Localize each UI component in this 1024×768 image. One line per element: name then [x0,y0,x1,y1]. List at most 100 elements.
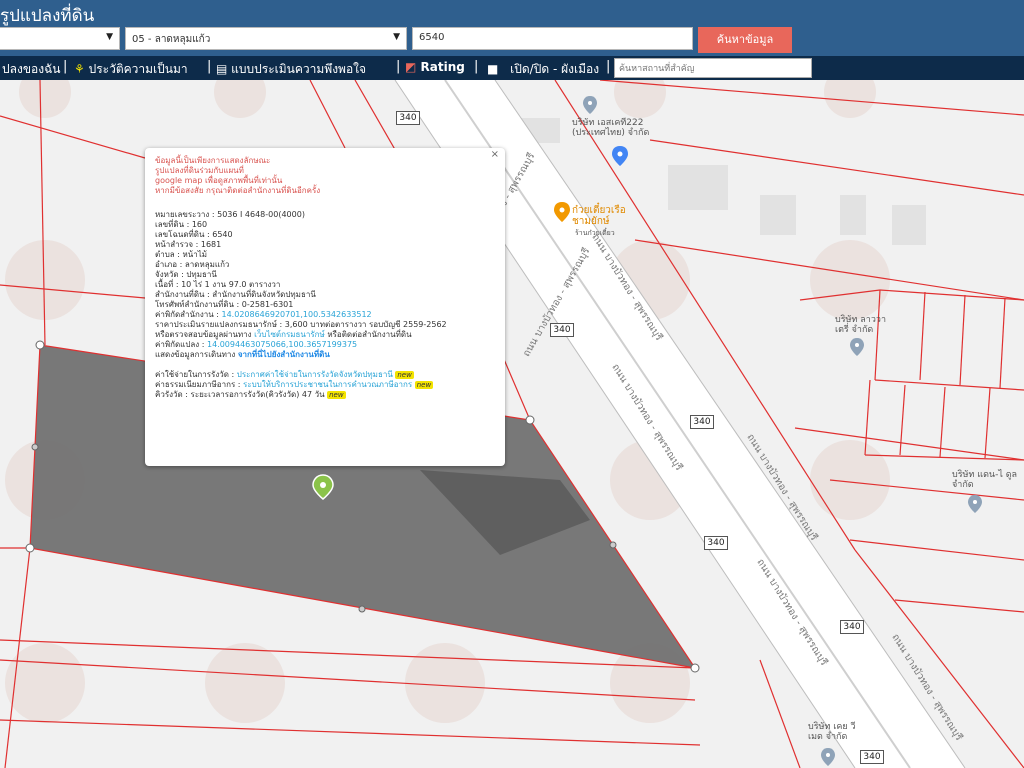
tax-calc-link[interactable]: ระบบให้บริการประชาชนในการคำนวณภาษีอากร [243,380,412,389]
history-icon: ⚘ [74,62,85,76]
field-check-online: หรือตรวจสอบข้อมูลผ่านทาง เว็บไซต์กรมธนาร… [155,330,495,340]
disclaimer-line: ข้อมูลนี้เป็นเพียงการแสดงลักษณะ [155,156,271,165]
field-district: อำเภอ : ลาดหลุมแก้ว [155,260,230,269]
chart-icon: ◩ [405,60,417,74]
field-appraisal-price: ราคาประเมินรายแปลงกรมธนารักษ์ : 3,600 บา… [155,320,447,329]
search-button[interactable]: ค้นหาข้อมูล [698,27,792,53]
field-office-coord: ค่าพิกัดสำนักงาน : 14.0208646920701,100.… [155,310,372,319]
menu-history-label: ประวัติความเป็นมา [88,62,188,76]
field-label: โทรศัพท์สำนักงานที่ดิน [155,300,234,309]
poi-pin-icon[interactable] [850,338,864,356]
new-badge: new [414,381,434,389]
poi-label-sub: ร้านก๋วยเตี๋ยว [575,229,615,237]
place-search-input[interactable] [614,58,812,78]
parcel-info-popup: × ข้อมูลนี้เป็นเพียงการแสดงลักษณะ รูปแปล… [145,148,505,466]
field-value: 0-2581-6301 [241,300,294,309]
field-label: หรือตรวจสอบข้อมูลผ่านทาง [155,330,252,339]
field-province: จังหวัด : ปทุมธานี [155,270,217,279]
disclaimer-line: รูปแปลงที่ดินร่วมกับแผนที่ [155,166,244,175]
field-value: สำนักงานที่ดินจังหวัดปทุมธานี [212,290,316,299]
field-label: ตำบล [155,250,175,259]
disclaimer: ข้อมูลนี้เป็นเพียงการแสดงลักษณะ รูปแปลงท… [155,156,495,196]
field-label: ราคาประเมินรายแปลงกรมธนารักษ์ [155,320,277,329]
survey-fee-link[interactable]: ประกาศค่าใช้จ่ายในการรังวัดจังหวัดปทุมธา… [237,370,393,379]
field-label: เนื้อที่ [155,280,174,289]
app-window: รูปแปลงที่ดิน ▼ 05 - ลาดหลุมแก้ว ▼ 6540 … [0,0,1024,768]
field-label: อำเภอ [155,260,178,269]
field-office-phone: โทรศัพท์สำนักงานที่ดิน : 0-2581-6301 [155,300,294,309]
menu-bar: ปลงของฉัน | ⚘ ประวัติความเป็นมา | ▤ แบบป… [0,56,1024,80]
parcel-number-value: 6540 [419,32,445,43]
route-shield: 340 [396,111,420,125]
field-value: ระยะเวลารอการรังวัด(คิวรังวัด) 47 วัน [190,390,325,399]
field-parcel-coord: ค่าพิกัดแปลง : 14.0094463075066,100.3657… [155,340,358,349]
poi-label: บริษัท แดน-ไ ดูล จำกัด [952,470,1018,490]
field-label: คิวรังวัด [155,390,183,399]
field-label: เลขโฉนดที่ดิน [155,230,205,239]
field-route: แสดงข้อมูลการเดินทาง จากที่นี่ไปยังสำนัก… [155,350,495,360]
field-value: หน้าไม้ [182,250,207,259]
field-label: เลขที่ดิน [155,220,185,229]
poi-label: บริษัท เคย วีเมด จำกัด [808,722,856,742]
menu-history[interactable]: ⚘ ประวัติความเป็นมา [74,60,188,79]
poi-label: บริษัท เอสเคที222 (ประเทศไทย) จำกัด [572,118,650,138]
field-value: ลาดหลุมแก้ว [184,260,230,269]
shopping-pin-icon[interactable] [612,146,628,166]
field-survey-page: หน้าสำรวจ : 1681 [155,240,222,249]
field-deed-number: เลขโฉนดที่ดิน : 6540 [155,230,233,239]
parcel-fields: หมายเลขระวาง : 5036 I 4648-00(4000) เลขท… [155,210,495,400]
page-title: รูปแปลงที่ดิน [0,6,95,26]
field-label: ค่าพิกัดแปลง [155,340,200,349]
treasury-website-link[interactable]: เว็บไซต์กรมธนารักษ์ [254,330,325,339]
parcel-coord-link[interactable]: 14.0094463075066,100.3657199375 [207,340,357,349]
checkbox-icon[interactable]: ■ [487,62,498,76]
poi-pin-icon[interactable] [968,495,982,513]
district-select[interactable]: 05 - ลาดหลุมแก้ว ▼ [125,27,407,50]
field-value: 160 [191,220,208,229]
poi-label: บริษัท ลาววา เตรี่ จำกัด [835,315,887,335]
menu-rating-label: Rating [420,60,465,74]
menu-rating[interactable]: ◩ Rating [405,60,465,74]
menu-separator: | [207,59,212,74]
field-value: 5036 I 4648-00(4000) [217,210,305,219]
parcel-number-input[interactable]: 6540 [412,27,693,50]
field-label: หมายเลขระวาง [155,210,210,219]
field-label: ค่าใช้จ่ายในการรังวัด [155,370,229,379]
field-label: จังหวัด [155,270,179,279]
menu-zoning-toggle[interactable]: ■ เปิด/ปิด - ผังเมือง [487,60,599,79]
new-badge: new [327,391,346,399]
document-icon: ▤ [216,62,228,76]
field-value: 1681 [200,240,222,249]
menu-my-parcels[interactable]: ปลงของฉัน [2,60,60,79]
route-link[interactable]: จากที่นี่ไปยังสำนักงานที่ดิน [238,350,330,359]
poi-pin-icon[interactable] [583,96,597,114]
field-survey-queue: คิวรังวัด : ระยะเวลารอการรังวัด(คิวรังวั… [155,390,346,399]
menu-survey[interactable]: ▤ แบบประเมินความพึงพอใจ [216,60,366,79]
chevron-down-icon: ▼ [106,32,113,42]
route-shield: 340 [704,536,728,550]
header-bar: รูปแปลงที่ดิน ▼ 05 - ลาดหลุมแก้ว ▼ 6540 … [0,0,1024,56]
route-shield: 340 [690,415,714,429]
province-select[interactable]: ▼ [0,27,120,50]
district-select-value: 05 - ลาดหลุมแก้ว [132,34,211,45]
menu-separator: | [606,59,611,74]
field-value: 6540 [212,230,233,239]
disclaimer-line: หากมีข้อสงสัย กรุณาติดต่อสำนักงานที่ดินอ… [155,186,321,195]
field-area: เนื้อที่ : 10 ไร่ 1 งาน 97.0 ตารางวา [155,280,281,289]
close-icon[interactable]: × [491,150,499,160]
field-land-number: เลขที่ดิน : 160 [155,220,208,229]
field-label: ค่าพิกัดสำนักงาน [155,310,214,319]
office-coord-link[interactable]: 14.0208646920701,100.5342633512 [222,310,372,319]
field-label: สำนักงานที่ดิน [155,290,205,299]
chevron-down-icon: ▼ [393,32,400,42]
field-label: แสดงข้อมูลการเดินทาง [155,350,236,359]
menu-separator: | [474,59,479,74]
field-value: 3,600 บาทต่อตารางวา รอบบัญชี 2559-2562 [284,320,447,329]
field-tax-fee: ค่าธรรมเนียมภาษีอากร : ระบบให้บริการประช… [155,380,434,389]
field-label: หน้าสำรวจ [155,240,194,249]
poi-label: ก๋วยเตี๋ยวเรือชามยักษ์ [572,205,626,227]
route-shield: 340 [840,620,864,634]
poi-pin-icon[interactable] [821,748,835,766]
menu-survey-label: แบบประเมินความพึงพอใจ [231,62,367,76]
field-land-office: สำนักงานที่ดิน : สำนักงานที่ดินจังหวัดปท… [155,290,316,299]
